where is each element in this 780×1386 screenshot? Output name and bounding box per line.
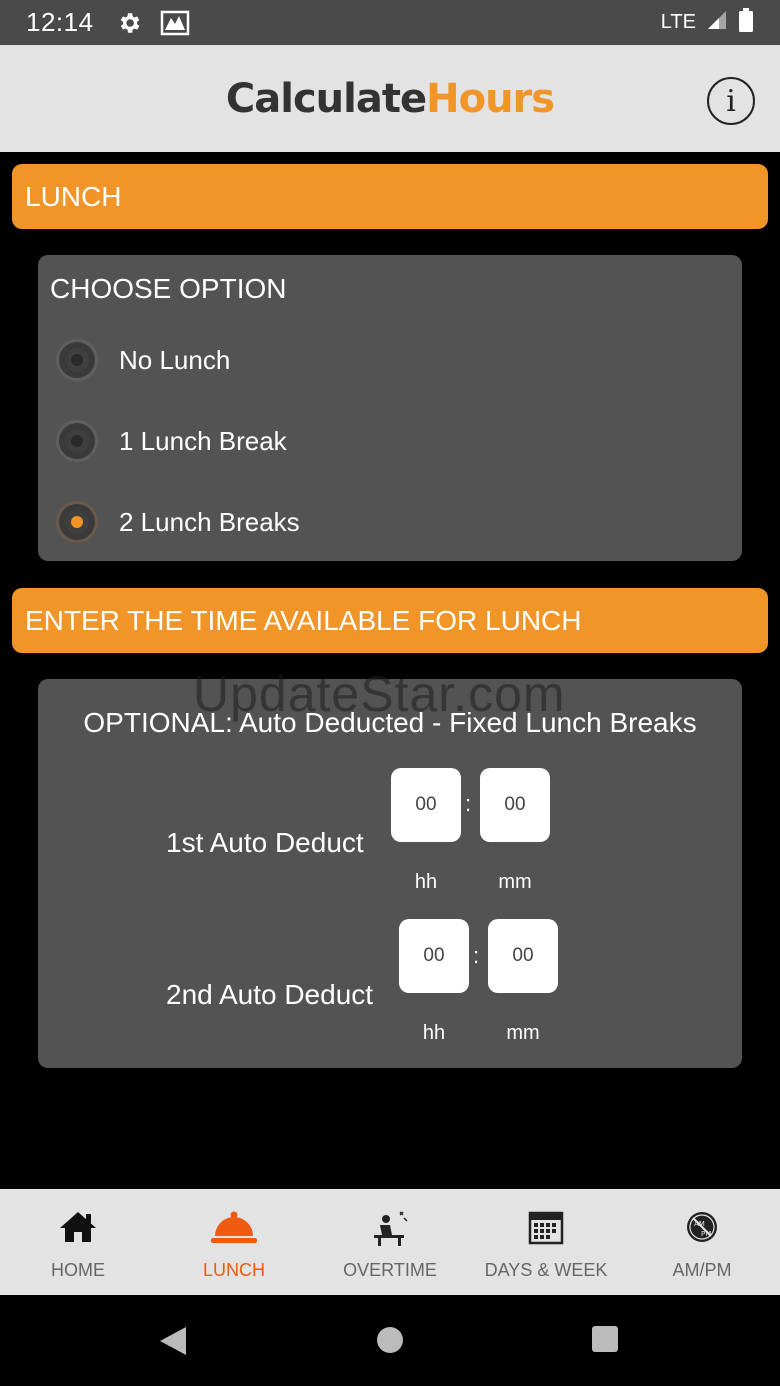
option-no-lunch[interactable]: No Lunch: [56, 339, 230, 381]
choose-option-panel: CHOOSE OPTION No Lunch 1 Lunch Break 2 L…: [38, 255, 742, 561]
system-navigation-bar: [0, 1295, 780, 1386]
option-label: 1 Lunch Break: [119, 425, 287, 456]
auto-deduct-panel: OPTIONAL: Auto Deducted - Fixed Lunch Br…: [38, 679, 742, 1068]
settings-gear-icon: [116, 10, 142, 36]
radio-1-lunch-break[interactable]: [56, 420, 98, 462]
logo-text-hours: Hours: [426, 75, 555, 122]
nav-label: OVERTIME: [343, 1260, 437, 1280]
minutes-unit-label: mm: [498, 871, 532, 893]
second-deduct-hours-input[interactable]: 00: [399, 919, 469, 993]
nav-label: HOME: [51, 1260, 105, 1280]
option-1-lunch-break[interactable]: 1 Lunch Break: [56, 420, 287, 462]
status-time: 12:14: [26, 7, 94, 37]
hours-unit-label: hh: [414, 871, 438, 893]
time-separator: :: [473, 943, 480, 968]
app-logo: Calculate Hours: [0, 45, 780, 152]
choose-option-title: CHOOSE OPTION: [50, 273, 287, 304]
nav-overtime[interactable]: OVERTIME: [312, 1189, 468, 1295]
nav-label: AM/PM: [672, 1260, 732, 1280]
recents-icon[interactable]: [591, 1325, 619, 1358]
bottom-navigation: HOME LUNCH OVERTIME DAYS & WEEK AM PM AM/…: [0, 1189, 780, 1295]
radio-2-lunch-breaks[interactable]: [56, 501, 98, 543]
worker-desk-icon: [370, 1209, 410, 1252]
time-separator: :: [465, 791, 472, 816]
ampm-icon: AM PM: [684, 1209, 720, 1250]
first-auto-deduct-label: 1st Auto Deduct: [166, 827, 364, 858]
info-button[interactable]: i: [707, 77, 755, 125]
cloche-icon: [210, 1209, 258, 1250]
nav-lunch[interactable]: LUNCH: [156, 1189, 312, 1295]
nav-days-week[interactable]: DAYS & WEEK: [468, 1189, 624, 1295]
optional-title: OPTIONAL: Auto Deducted - Fixed Lunch Br…: [83, 707, 697, 738]
nav-home[interactable]: HOME: [0, 1189, 156, 1295]
svg-text:PM: PM: [701, 1230, 711, 1238]
logo-text-calculate: Calculate: [225, 75, 427, 122]
hours-unit-label: hh: [422, 1022, 446, 1044]
first-deduct-minutes-input[interactable]: 00: [480, 768, 550, 842]
minutes-unit-label: mm: [506, 1022, 540, 1044]
app-header: Calculate Hours i: [0, 45, 780, 152]
battery-icon: [738, 8, 754, 37]
time-section-header: ENTER THE TIME AVAILABLE FOR LUNCH: [12, 588, 768, 653]
option-2-lunch-breaks[interactable]: 2 Lunch Breaks: [56, 501, 300, 543]
svg-text:AM: AM: [694, 1220, 705, 1228]
nav-label: DAYS & WEEK: [484, 1260, 608, 1280]
back-icon[interactable]: [158, 1325, 188, 1362]
home-icon: [57, 1209, 99, 1250]
calendar-icon: [528, 1209, 564, 1250]
signal-icon: [706, 9, 728, 36]
first-deduct-hours-input[interactable]: 00: [391, 768, 461, 842]
home-circle-icon[interactable]: [375, 1325, 405, 1360]
second-deduct-minutes-input[interactable]: 00: [488, 919, 558, 993]
option-label: 2 Lunch Breaks: [119, 506, 300, 537]
gallery-icon: [160, 10, 190, 36]
option-label: No Lunch: [119, 344, 231, 375]
radio-no-lunch[interactable]: [56, 339, 98, 381]
nav-am-pm[interactable]: AM PM AM/PM: [624, 1189, 780, 1295]
network-type: LTE: [660, 11, 696, 33]
status-bar: 12:14 LTE: [0, 0, 780, 45]
second-auto-deduct-label: 2nd Auto Deduct: [166, 979, 374, 1010]
nav-label: LUNCH: [202, 1260, 265, 1280]
lunch-section-header: LUNCH: [12, 164, 768, 229]
